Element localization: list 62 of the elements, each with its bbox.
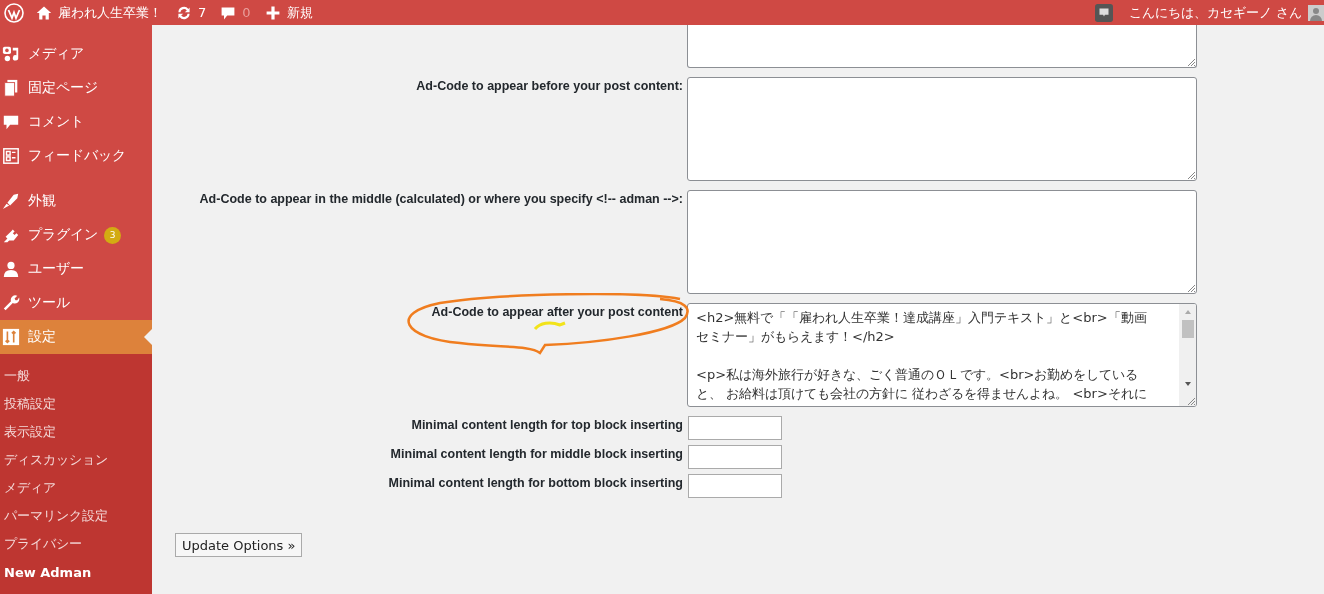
current-pointer-icon (144, 329, 152, 345)
code-line: <h2>無料で「「雇われ人生卒業！達成講座」入門テキスト」と<br>「動画 (696, 309, 1148, 327)
field-label: Ad-Code to appear before your post content: (415, 78, 683, 93)
submenu-item[interactable]: ディスカッション (0, 446, 152, 474)
scroll-thumb[interactable] (1181, 320, 1194, 338)
comment-icon (220, 4, 237, 21)
comment-icon (2, 113, 20, 131)
refresh-icon (176, 4, 192, 21)
avatar-icon[interactable] (1308, 4, 1324, 21)
menu-item[interactable]: コメント (0, 105, 152, 139)
submenu-item[interactable]: メディア (0, 474, 152, 502)
updates-link[interactable]: 7 (176, 4, 207, 21)
field-label: Ad-Code to appear after your post content (430, 304, 683, 319)
submenu-item[interactable]: New Adman (0, 558, 152, 586)
menu-item[interactable]: ツール (0, 286, 152, 320)
textarea-field[interactable]: <h2>無料で「「雇われ人生卒業！達成講座」入門テキスト」と<br>「動画 セミナー」がもらえます！</h2> <p>私は海外旅行が好きな、ごく普通のＯＬです。<br>お勤めをしている と、 お給料は頂けても会社の方針に 従わざるを得ませんよね。 <br>それに (687, 303, 1197, 407)
menu-item[interactable]: メディア (0, 37, 152, 71)
menu-item[interactable]: 固定ページ (0, 71, 152, 105)
menu-item[interactable]: ユーザー (0, 252, 152, 286)
wordpress-logo-icon[interactable] (4, 2, 24, 23)
textarea-field[interactable] (687, 77, 1197, 181)
submenu-item[interactable]: パーマリンク設定 (0, 502, 152, 530)
code-line: と、 お給料は頂けても会社の方針に 従わざるを得ませんよね。 <br>それに (696, 385, 1148, 403)
submenu-item[interactable]: 投稿設定 (0, 390, 152, 418)
menu-item[interactable]: 外観 (0, 184, 152, 218)
resize-grip-icon (1187, 58, 1195, 66)
scroll-down-icon (1183, 381, 1192, 387)
submenu-item[interactable]: 表示設定 (0, 418, 152, 446)
menu-item[interactable]: フィードバック (0, 139, 152, 173)
home-icon (36, 4, 52, 21)
plus-icon (264, 4, 281, 21)
resize-grip-icon (1187, 397, 1195, 405)
greeting-link[interactable]: こんにちは、カセギーノ さん (1128, 3, 1302, 22)
scrollbar[interactable] (1179, 304, 1196, 406)
menu-item[interactable]: 設定 (0, 320, 152, 354)
length-input[interactable] (688, 474, 782, 498)
code-line: セミナー」がもらえます！</h2> (696, 328, 896, 346)
field-label: Minimal content length for bottom block inserting (387, 475, 683, 490)
field-label: Minimal content length for middle block inserting (389, 446, 683, 461)
scroll-up-icon (1183, 309, 1192, 315)
update-options-button[interactable]: Update Options » (175, 533, 303, 557)
new-link[interactable]: 新規 (264, 3, 313, 22)
menu-item[interactable]: プラグイン 3 (0, 218, 152, 252)
user-icon (2, 260, 20, 278)
textarea-field[interactable] (687, 25, 1197, 68)
field-label: Minimal content length for top block inserting (410, 417, 683, 432)
resize-grip-icon (1187, 171, 1195, 179)
site-name-link[interactable]: 雇われ人生卒業！ (36, 3, 162, 22)
code-line: <p>私は海外旅行が好きな、ごく普通のＯＬです。<br>お勤めをしている (696, 366, 1140, 384)
settings-icon (2, 328, 20, 346)
length-input[interactable] (688, 445, 782, 469)
field-label: Ad-Code to appear in the middle (calculated) or where you specify <!-- adman -->: (198, 191, 683, 206)
submenu-item[interactable]: 一般 (0, 362, 152, 390)
feedback-icon (2, 147, 20, 165)
wrench-icon (2, 294, 20, 312)
update-count-badge: 3 (104, 226, 121, 244)
submenu-item[interactable]: プライバシー (0, 530, 152, 558)
textarea-field[interactable] (687, 190, 1197, 294)
brush-icon (2, 192, 20, 210)
notification-icon[interactable] (1094, 3, 1113, 22)
resize-grip-icon (1187, 284, 1195, 292)
length-input[interactable] (688, 416, 782, 440)
